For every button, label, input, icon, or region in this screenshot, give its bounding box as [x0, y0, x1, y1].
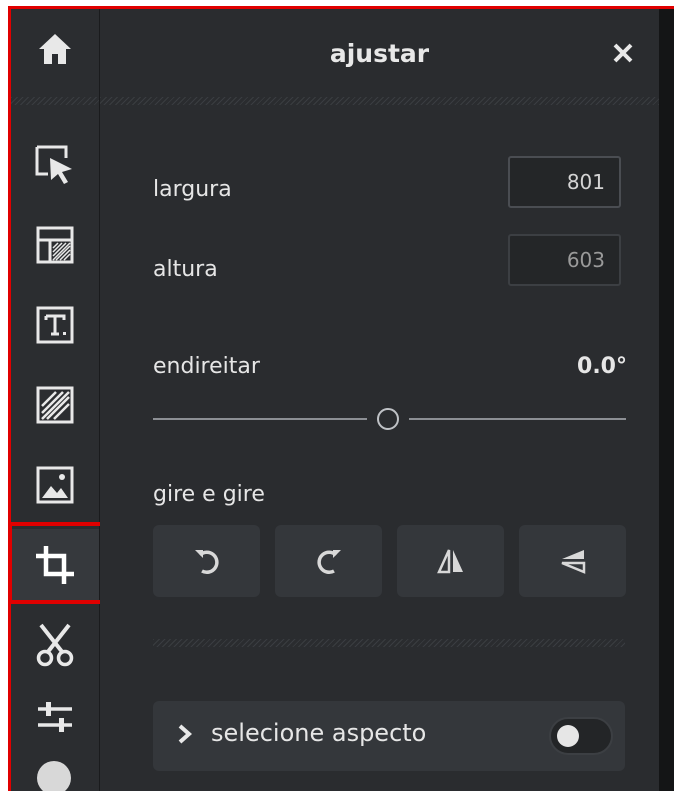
straighten-slider-knob[interactable]: [377, 408, 399, 430]
home-icon: [39, 34, 71, 64]
aspect-ratio-row[interactable]: selecione aspecto: [153, 701, 625, 771]
section-divider: [153, 639, 625, 647]
header-divider: [100, 97, 659, 105]
close-button[interactable]: [609, 39, 637, 67]
image-tool-button[interactable]: [11, 449, 99, 521]
select-tool-button[interactable]: [11, 129, 99, 201]
flip-vertical-button[interactable]: [519, 525, 626, 597]
toggle-knob: [557, 725, 579, 747]
panel-title: ajustar: [329, 39, 430, 68]
flip-horizontal-icon: [436, 549, 463, 574]
crop-tool-button[interactable]: [11, 529, 99, 601]
width-label: largura: [153, 177, 232, 202]
texture-tool-button[interactable]: [11, 369, 99, 441]
image-icon: [36, 466, 74, 504]
rotate-right-button[interactable]: [275, 525, 382, 597]
adjust-tool-button[interactable]: [11, 681, 99, 753]
scissors-icon: [36, 623, 74, 667]
home-button[interactable]: [11, 13, 99, 85]
height-field[interactable]: 603: [508, 234, 621, 286]
texture-icon: [36, 386, 74, 424]
straighten-value: 0.0°: [577, 354, 627, 379]
flip-horizontal-button[interactable]: [397, 525, 504, 597]
rotate-left-icon: [194, 550, 219, 575]
crop-icon: [36, 546, 74, 584]
chevron-right-icon: [178, 724, 193, 744]
editor-window: ajustar largura 801 altura 603 endireita…: [8, 6, 674, 791]
adjust-panel: ajustar largura 801 altura 603 endireita…: [100, 9, 659, 791]
width-field[interactable]: 801: [508, 156, 621, 208]
layout-icon: [36, 226, 74, 264]
height-label: altura: [153, 257, 218, 282]
rotate-label: gire e gire: [153, 482, 265, 507]
straighten-track-right: [409, 418, 626, 420]
canvas-edge: [659, 9, 674, 791]
cut-tool-button[interactable]: [11, 609, 99, 681]
more-tool-icon[interactable]: [37, 761, 71, 791]
straighten-label: endireitar: [153, 354, 260, 379]
straighten-track-left: [153, 418, 367, 420]
select-arrow-icon: [35, 145, 72, 184]
text-tool-button[interactable]: [11, 289, 99, 361]
rotate-right-icon: [316, 550, 341, 575]
layout-tool-button[interactable]: [11, 209, 99, 281]
rotate-left-button[interactable]: [153, 525, 260, 597]
text-icon: [36, 306, 74, 344]
aspect-ratio-toggle[interactable]: [549, 717, 613, 755]
flip-vertical-icon: [561, 550, 585, 574]
sliders-icon: [38, 702, 72, 732]
tool-sidebar: [11, 9, 107, 791]
close-icon: [613, 43, 633, 63]
aspect-ratio-label: selecione aspecto: [211, 719, 427, 747]
sidebar-divider: [11, 97, 99, 105]
panel-header: ajustar: [100, 9, 659, 99]
